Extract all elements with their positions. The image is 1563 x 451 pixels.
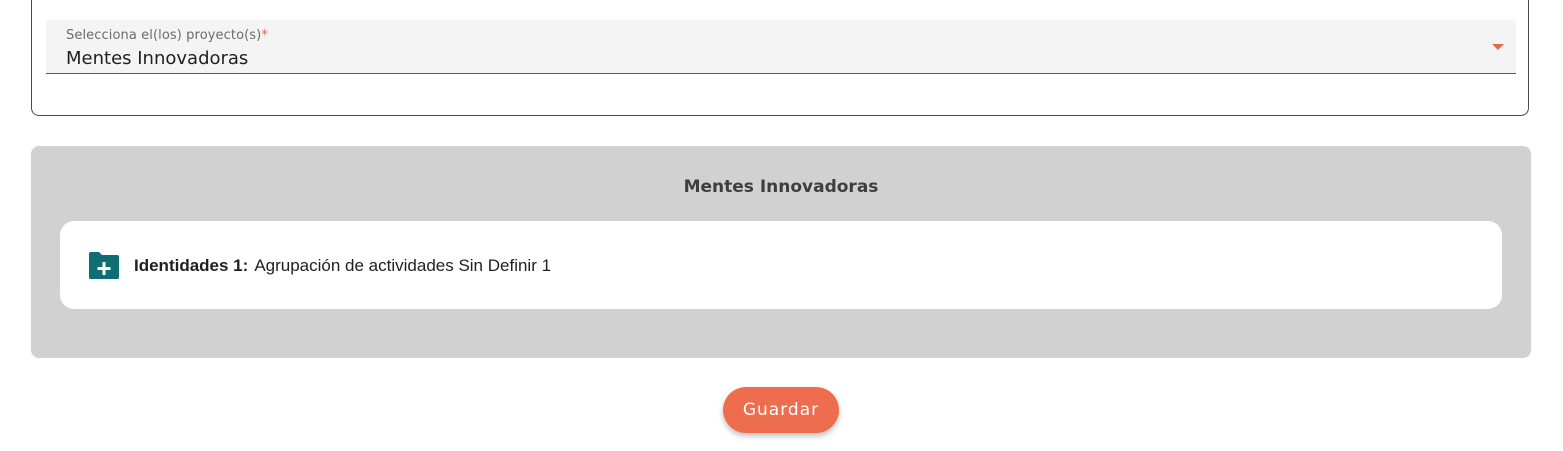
- project-select-label: Selecciona el(los) proyecto(s)*: [66, 28, 268, 43]
- folder-plus-icon[interactable]: [88, 250, 120, 280]
- identity-card: Identidades 1: Agrupación de actividades …: [60, 221, 1502, 309]
- identity-value: Agrupación de actividades Sin Definir 1: [254, 256, 552, 275]
- project-select-value: Mentes Innovadoras: [66, 48, 249, 69]
- triangle-down-icon[interactable]: [1492, 44, 1504, 50]
- identity-label: Identidades 1:: [134, 256, 249, 275]
- project-select[interactable]: Selecciona el(los) proyecto(s)* Mentes I…: [46, 20, 1516, 74]
- project-panel-title: Mentes Innovadoras: [683, 177, 879, 197]
- save-button[interactable]: Guardar: [723, 387, 839, 433]
- identity-text: Identidades 1: Agrupación de actividades …: [134, 256, 551, 276]
- required-mark: *: [261, 28, 268, 43]
- project-panel: Mentes Innovadoras Identidades 1: Agrupac…: [31, 146, 1531, 358]
